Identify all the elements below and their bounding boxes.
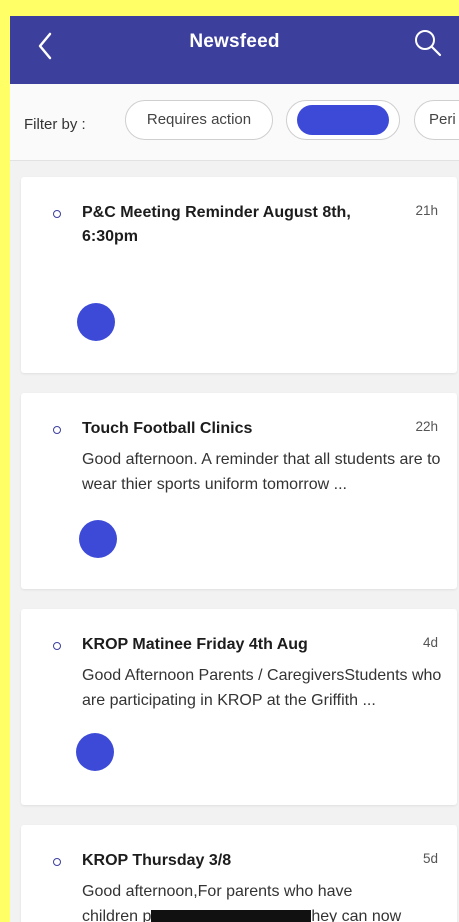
- filter-chip-redacted[interactable]: [286, 100, 400, 140]
- redacted-label: [297, 105, 389, 135]
- news-card[interactable]: P&C Meeting Reminder August 8th, 6:30pm …: [21, 177, 457, 373]
- filter-chip-requires-action[interactable]: Requires action: [125, 100, 273, 140]
- news-time: 5d: [422, 851, 438, 866]
- filter-bar: Filter by : Requires action Peri: [10, 84, 459, 161]
- news-card[interactable]: Touch Football Clinics 22h Good afternoo…: [21, 393, 457, 589]
- news-title: KROP Matinee Friday 4th Aug: [82, 636, 308, 653]
- filter-chip-period[interactable]: Peri: [414, 100, 459, 140]
- news-preview: Good afternoon. A reminder that all stud…: [82, 451, 441, 493]
- news-title: P&C Meeting Reminder August 8th, 6:30pm: [82, 204, 351, 245]
- news-preview-line2-end: hey can now: [311, 908, 402, 922]
- news-time: 4d: [422, 635, 438, 650]
- news-preview: Good afternoon,For parents who have chil…: [82, 879, 442, 922]
- news-preview-line2-start: children p: [82, 908, 152, 922]
- search-icon[interactable]: [413, 28, 443, 58]
- avatar: [76, 733, 114, 771]
- unread-indicator-icon: [53, 426, 61, 434]
- news-preview-line1: Good afternoon,For parents who have: [82, 883, 353, 900]
- news-title: Touch Football Clinics: [82, 420, 253, 437]
- unread-indicator-icon: [53, 210, 61, 218]
- news-title: KROP Thursday 3/8: [82, 852, 232, 869]
- app-bar: Newsfeed: [10, 16, 459, 84]
- app-screen: Newsfeed Filter by : Requires action Per…: [10, 16, 459, 922]
- unread-indicator-icon: [53, 642, 61, 650]
- news-card[interactable]: KROP Matinee Friday 4th Aug 4d Good Afte…: [21, 609, 457, 805]
- page-title: Newsfeed: [189, 31, 280, 52]
- filter-label: Filter by :: [24, 116, 86, 133]
- news-preview: Good Afternoon Parents / CaregiversStude…: [82, 667, 442, 709]
- unread-indicator-icon: [53, 858, 61, 866]
- news-card[interactable]: KROP Thursday 3/8 5d Good afternoon,For …: [21, 825, 457, 922]
- avatar: [77, 303, 115, 341]
- news-time: 22h: [415, 419, 438, 434]
- redacted-text: [151, 910, 312, 922]
- news-time: 21h: [415, 203, 438, 218]
- avatar: [79, 520, 117, 558]
